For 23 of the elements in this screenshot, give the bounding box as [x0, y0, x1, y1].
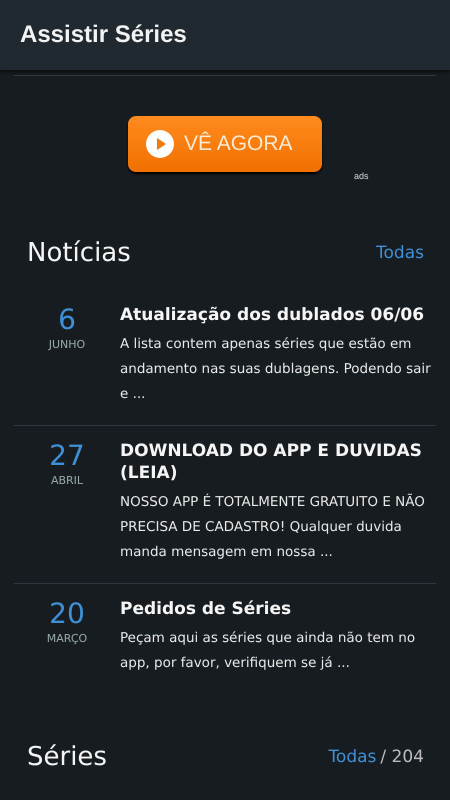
play-icon [146, 130, 174, 158]
news-title: Atualização dos dublados 06/06 [120, 304, 426, 326]
ads-label: ads [354, 171, 369, 181]
news-title: Pedidos de Séries [120, 598, 292, 620]
news-item[interactable]: 27 ABRIL DOWNLOAD DO APP E DUVIDAS (LEIA) NOSSO APP É TOTALMENTE GRATUITO E NÃO PRECISA DE CADASTRO! Qualquer duvida manda mensagem em nossa ... [14, 426, 436, 584]
news-excerpt: NOSSO APP É TOTALMENTE GRATUITO E NÃO PRECISA DE CADASTRO! Qualquer duvida manda mensagem em nossa ... [120, 492, 426, 562]
series-count: / 204 [380, 747, 424, 768]
news-item[interactable]: 6 JUNHO Atualização dos dublados 06/06 A lista contem apenas séries que estão em andamento nas suas dublagens. Podendo sair e ... [14, 290, 436, 426]
news-excerpt: Peçam aqui as séries que ainda não tem no app, por favor, verifiquem se já ... [120, 629, 416, 674]
see-all-link[interactable]: Todas [328, 747, 376, 768]
news-item[interactable]: 20 MARÇO Pedidos de Séries Peçam aqui as séries que ainda não tem no app, por favor, verifiquem se já ... [14, 584, 436, 694]
date-day: 20 [49, 600, 85, 628]
date-month: MARÇO [46, 632, 88, 646]
see-all-link[interactable]: Todas [376, 242, 424, 262]
news-title: DOWNLOAD DO APP E DUVIDAS (LEIA) [120, 440, 423, 484]
date-day: 27 [49, 442, 85, 470]
date-month: JUNHO [48, 338, 86, 351]
date-day: 6 [58, 306, 76, 334]
app-title: Assistir Séries [20, 21, 187, 49]
news-excerpt: A lista contem apenas séries que estão em andamento nas suas dublagens. Podendo sair e ... [120, 335, 432, 404]
section-title: Notícias [27, 238, 131, 268]
section-title: Séries [27, 742, 107, 772]
date-month: ABRIL [50, 474, 84, 487]
